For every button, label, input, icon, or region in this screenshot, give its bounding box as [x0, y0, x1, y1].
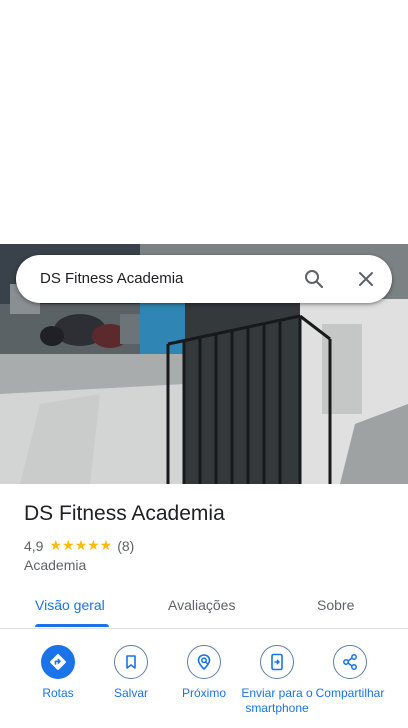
- directions-icon: [41, 645, 75, 679]
- review-count: (8): [117, 537, 135, 554]
- send-to-phone-icon: [260, 645, 294, 679]
- tab-overview[interactable]: Visão geral: [35, 597, 105, 613]
- rating-row[interactable]: 4,9 ★★★★★ (8): [24, 537, 134, 554]
- rating-value: 4,9: [24, 537, 44, 554]
- tab-bar: Visão geral Avaliações Sobre: [0, 582, 408, 629]
- directions-label: Rotas: [42, 686, 74, 700]
- search-icon[interactable]: [304, 269, 324, 289]
- share-icon: [333, 645, 367, 679]
- search-query[interactable]: DS Fitness Academia: [40, 270, 183, 287]
- share-label: Compartilhar: [315, 686, 385, 700]
- action-buttons: Rotas Salvar Próximo Enviar para o smart…: [0, 629, 408, 728]
- send-to-phone-button[interactable]: Enviar para o smartphone: [239, 645, 315, 716]
- bookmark-icon: [114, 645, 148, 679]
- tab-reviews[interactable]: Avaliações: [168, 597, 235, 613]
- save-label: Salvar: [113, 686, 148, 700]
- send-to-phone-label: Enviar para o smartphone: [241, 686, 313, 715]
- tab-about[interactable]: Sobre: [317, 597, 354, 613]
- place-category[interactable]: Academia: [24, 557, 86, 573]
- place-title: DS Fitness Academia: [24, 502, 225, 525]
- close-icon[interactable]: [356, 269, 376, 289]
- nearby-label: Próximo: [181, 686, 226, 700]
- share-button[interactable]: Compartilhar: [312, 645, 388, 701]
- search-bar[interactable]: DS Fitness Academia: [16, 255, 392, 303]
- map-area: [0, 0, 408, 244]
- nearby-icon: [187, 645, 221, 679]
- nearby-button[interactable]: Próximo: [166, 645, 242, 701]
- save-button[interactable]: Salvar: [93, 645, 169, 701]
- directions-button[interactable]: Rotas: [20, 645, 96, 701]
- star-rating-icon: ★★★★★: [49, 537, 113, 553]
- active-tab-indicator: [35, 624, 109, 627]
